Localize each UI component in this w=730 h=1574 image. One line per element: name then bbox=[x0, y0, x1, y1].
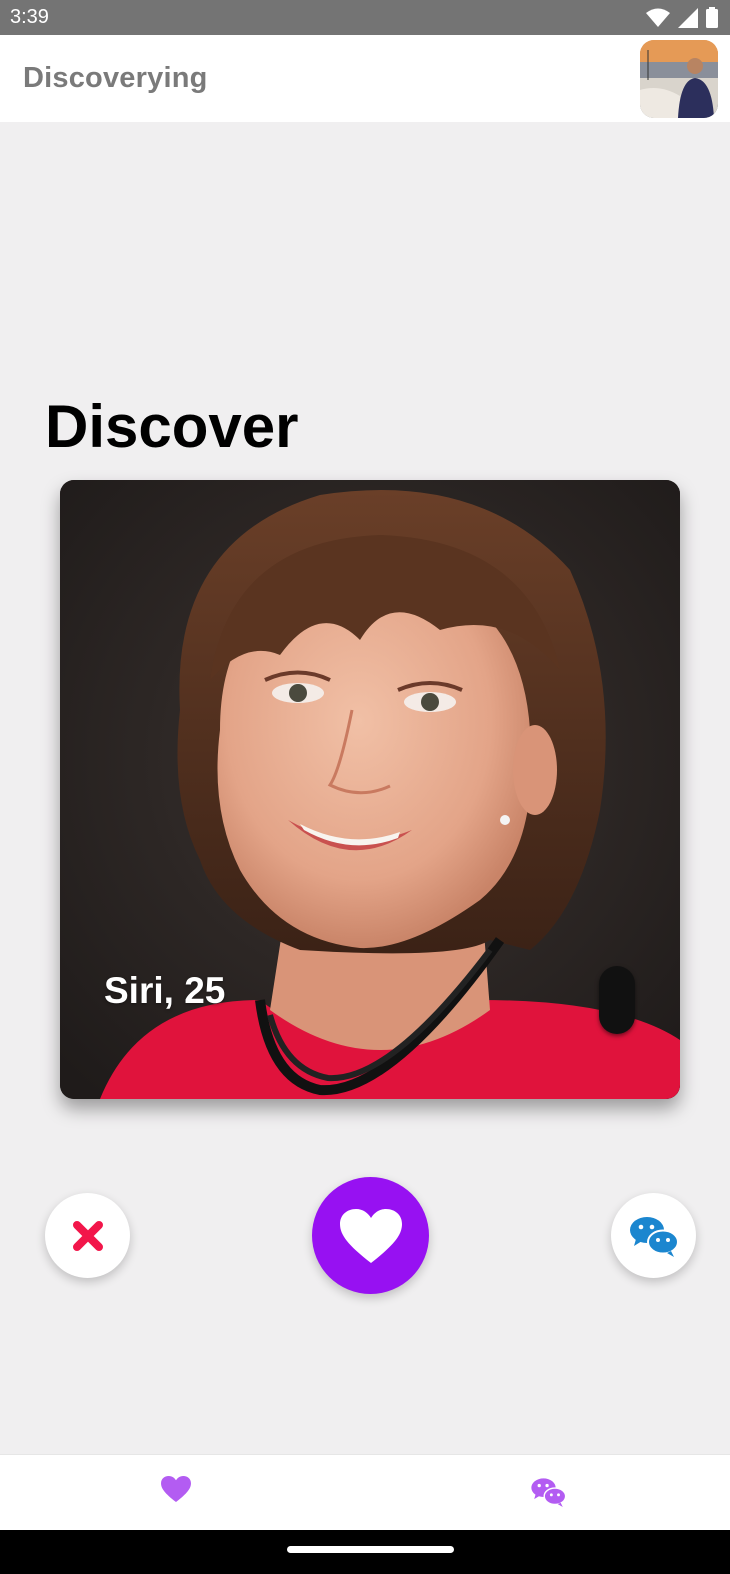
battery-icon bbox=[706, 7, 718, 28]
status-icons bbox=[646, 7, 718, 28]
status-bar: 3:39 bbox=[0, 0, 730, 35]
close-icon bbox=[72, 1220, 103, 1251]
heart-icon bbox=[161, 1475, 191, 1503]
app-bar: Discoverying bbox=[0, 35, 730, 122]
nav-chats[interactable] bbox=[530, 1477, 567, 1512]
wifi-icon bbox=[646, 8, 670, 27]
dislike-button[interactable] bbox=[45, 1193, 130, 1278]
avatar-image bbox=[640, 39, 718, 118]
wechat-icon bbox=[629, 1216, 679, 1257]
bottom-nav bbox=[0, 1454, 730, 1530]
app-title: Discoverying bbox=[23, 62, 208, 94]
signal-icon bbox=[678, 7, 698, 28]
profile-avatar[interactable] bbox=[640, 39, 718, 118]
profile-card[interactable]: Siri, 25 bbox=[60, 480, 680, 1099]
like-button[interactable] bbox=[312, 1177, 429, 1294]
system-gesture-bar bbox=[0, 1530, 730, 1574]
card-scroll-handle[interactable] bbox=[599, 966, 635, 1034]
home-gesture-handle[interactable] bbox=[287, 1546, 454, 1553]
chat-bubbles-icon bbox=[531, 1478, 567, 1507]
nav-discover[interactable] bbox=[160, 1475, 192, 1508]
chat-button[interactable] bbox=[611, 1193, 696, 1278]
page-title: Discover bbox=[45, 393, 299, 460]
heart-icon bbox=[339, 1208, 402, 1263]
status-time: 3:39 bbox=[10, 6, 49, 28]
profile-name-age: Siri, 25 bbox=[104, 970, 226, 1011]
